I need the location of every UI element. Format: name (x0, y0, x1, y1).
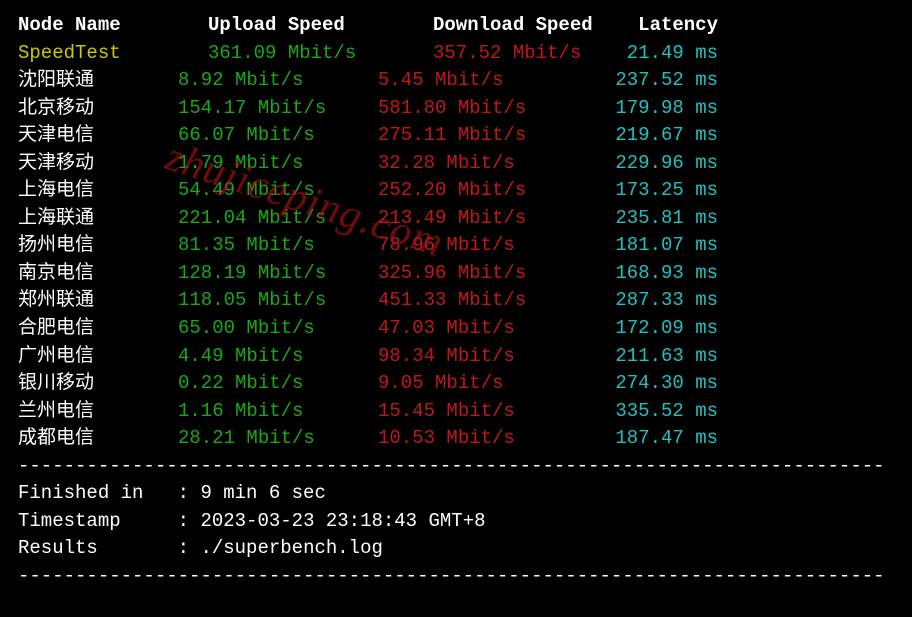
node-name: 天津移动 (18, 150, 178, 178)
latency-value: 168.93 ms (578, 260, 718, 288)
header-upload: Upload Speed (178, 12, 378, 40)
timestamp-value: 2023-03-23 23:18:43 GMT+8 (200, 510, 485, 532)
latency-value: 219.67 ms (578, 122, 718, 150)
speedtest-row: SpeedTest 361.09 Mbit/s 357.52 Mbit/s 21… (18, 40, 894, 68)
node-name: 银川移动 (18, 370, 178, 398)
footer-results: Results : ./superbench.log (18, 535, 894, 563)
node-name: 南京电信 (18, 260, 178, 288)
finished-label: Finished in (18, 482, 143, 504)
table-row: 郑州联通118.05 Mbit/s451.33 Mbit/s287.33 ms (18, 287, 894, 315)
table-row: 广州电信4.49 Mbit/s98.34 Mbit/s211.63 ms (18, 343, 894, 371)
download-value: 47.03 Mbit/s (378, 315, 578, 343)
table-row: 南京电信128.19 Mbit/s325.96 Mbit/s168.93 ms (18, 260, 894, 288)
speedtest-latency: 21.49 ms (578, 40, 718, 68)
upload-value: 4.49 Mbit/s (178, 343, 378, 371)
header-node: Node Name (18, 12, 178, 40)
results-value: ./superbench.log (200, 537, 382, 559)
upload-value: 28.21 Mbit/s (178, 425, 378, 453)
download-value: 98.34 Mbit/s (378, 343, 578, 371)
node-name: 成都电信 (18, 425, 178, 453)
table-row: 天津电信66.07 Mbit/s275.11 Mbit/s219.67 ms (18, 122, 894, 150)
node-name: 兰州电信 (18, 398, 178, 426)
latency-value: 229.96 ms (578, 150, 718, 178)
header-download: Download Speed (378, 12, 578, 40)
table-row: 银川移动0.22 Mbit/s9.05 Mbit/s274.30 ms (18, 370, 894, 398)
download-value: 275.11 Mbit/s (378, 122, 578, 150)
download-value: 252.20 Mbit/s (378, 177, 578, 205)
latency-value: 172.09 ms (578, 315, 718, 343)
download-value: 15.45 Mbit/s (378, 398, 578, 426)
upload-value: 8.92 Mbit/s (178, 67, 378, 95)
header-latency: Latency (578, 12, 718, 40)
upload-value: 1.16 Mbit/s (178, 398, 378, 426)
node-name: 扬州电信 (18, 232, 178, 260)
latency-value: 179.98 ms (578, 95, 718, 123)
timestamp-label: Timestamp (18, 510, 121, 532)
divider-line-bottom: ----------------------------------------… (18, 563, 894, 591)
table-row: 成都电信28.21 Mbit/s10.53 Mbit/s187.47 ms (18, 425, 894, 453)
download-value: 32.28 Mbit/s (378, 150, 578, 178)
finished-value: 9 min 6 sec (200, 482, 325, 504)
node-name: 合肥电信 (18, 315, 178, 343)
table-row: 合肥电信65.00 Mbit/s47.03 Mbit/s172.09 ms (18, 315, 894, 343)
speedtest-download: 357.52 Mbit/s (378, 40, 578, 68)
latency-value: 235.81 ms (578, 205, 718, 233)
upload-value: 128.19 Mbit/s (178, 260, 378, 288)
table-row: 兰州电信1.16 Mbit/s15.45 Mbit/s335.52 ms (18, 398, 894, 426)
latency-value: 211.63 ms (578, 343, 718, 371)
download-value: 213.49 Mbit/s (378, 205, 578, 233)
latency-value: 181.07 ms (578, 232, 718, 260)
upload-value: 221.04 Mbit/s (178, 205, 378, 233)
download-value: 9.05 Mbit/s (378, 370, 578, 398)
table-row: 上海电信54.49 Mbit/s252.20 Mbit/s173.25 ms (18, 177, 894, 205)
data-rows-container: 沈阳联通8.92 Mbit/s5.45 Mbit/s237.52 ms北京移动1… (18, 67, 894, 453)
upload-value: 66.07 Mbit/s (178, 122, 378, 150)
table-row: 北京移动154.17 Mbit/s581.80 Mbit/s179.98 ms (18, 95, 894, 123)
table-row: 沈阳联通8.92 Mbit/s5.45 Mbit/s237.52 ms (18, 67, 894, 95)
upload-value: 1.79 Mbit/s (178, 150, 378, 178)
upload-value: 54.49 Mbit/s (178, 177, 378, 205)
download-value: 10.53 Mbit/s (378, 425, 578, 453)
upload-value: 0.22 Mbit/s (178, 370, 378, 398)
table-header: Node Name Upload Speed Download Speed La… (18, 12, 894, 40)
download-value: 78.96 Mbit/s (378, 232, 578, 260)
download-value: 451.33 Mbit/s (378, 287, 578, 315)
table-row: 天津移动1.79 Mbit/s32.28 Mbit/s229.96 ms (18, 150, 894, 178)
node-name: 北京移动 (18, 95, 178, 123)
speedtest-upload: 361.09 Mbit/s (178, 40, 378, 68)
download-value: 5.45 Mbit/s (378, 67, 578, 95)
speedtest-name: SpeedTest (18, 40, 178, 68)
table-row: 上海联通221.04 Mbit/s213.49 Mbit/s235.81 ms (18, 205, 894, 233)
upload-value: 81.35 Mbit/s (178, 232, 378, 260)
download-value: 581.80 Mbit/s (378, 95, 578, 123)
footer-finished: Finished in : 9 min 6 sec (18, 480, 894, 508)
node-name: 广州电信 (18, 343, 178, 371)
table-row: 扬州电信81.35 Mbit/s78.96 Mbit/s181.07 ms (18, 232, 894, 260)
node-name: 上海联通 (18, 205, 178, 233)
node-name: 上海电信 (18, 177, 178, 205)
node-name: 沈阳联通 (18, 67, 178, 95)
upload-value: 65.00 Mbit/s (178, 315, 378, 343)
latency-value: 237.52 ms (578, 67, 718, 95)
latency-value: 274.30 ms (578, 370, 718, 398)
latency-value: 335.52 ms (578, 398, 718, 426)
results-label: Results (18, 537, 98, 559)
latency-value: 187.47 ms (578, 425, 718, 453)
footer-timestamp: Timestamp : 2023-03-23 23:18:43 GMT+8 (18, 508, 894, 536)
divider-line: ----------------------------------------… (18, 453, 894, 481)
node-name: 郑州联通 (18, 287, 178, 315)
latency-value: 173.25 ms (578, 177, 718, 205)
upload-value: 118.05 Mbit/s (178, 287, 378, 315)
upload-value: 154.17 Mbit/s (178, 95, 378, 123)
latency-value: 287.33 ms (578, 287, 718, 315)
download-value: 325.96 Mbit/s (378, 260, 578, 288)
node-name: 天津电信 (18, 122, 178, 150)
